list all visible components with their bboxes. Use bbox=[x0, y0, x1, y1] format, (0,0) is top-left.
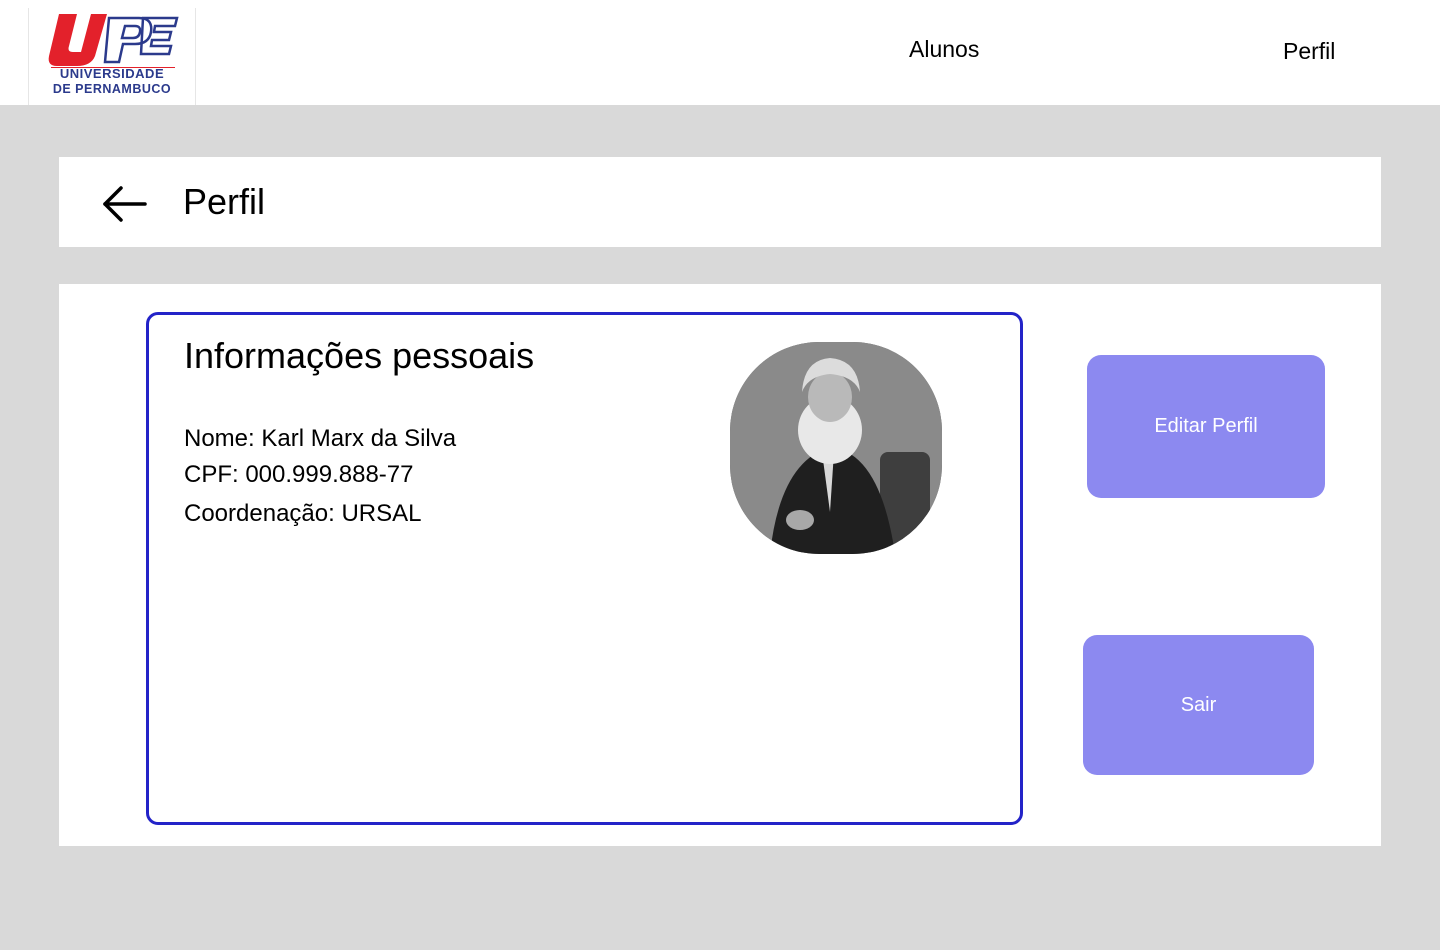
arrow-left-icon[interactable] bbox=[101, 184, 147, 224]
nav-perfil-link[interactable]: Perfil bbox=[1283, 38, 1335, 65]
info-name: Nome: Karl Marx da Silva bbox=[184, 425, 457, 452]
upe-logo[interactable]: UNIVERSIDADE DE PERNAMBUCO bbox=[28, 8, 196, 105]
info-coordenacao: Coordenação: URSAL bbox=[184, 500, 422, 527]
personal-info-card: Informações pessoais Nome: Karl Marx da … bbox=[146, 312, 1023, 825]
logo-text-line2: DE PERNAMBUCO bbox=[52, 82, 172, 96]
logo-text-line1: UNIVERSIDADE bbox=[59, 66, 165, 81]
logout-button[interactable]: Sair bbox=[1083, 635, 1314, 775]
page-title: Perfil bbox=[183, 181, 266, 222]
page-title-bar: Perfil bbox=[59, 157, 1381, 247]
profile-avatar bbox=[730, 342, 942, 554]
profile-panel: Informações pessoais Nome: Karl Marx da … bbox=[59, 284, 1381, 846]
upe-logo-mark bbox=[48, 14, 179, 68]
personal-info-title: Informações pessoais bbox=[184, 335, 535, 376]
nav-alunos-link[interactable]: Alunos bbox=[909, 36, 979, 63]
edit-profile-button[interactable]: Editar Perfil bbox=[1087, 355, 1325, 498]
top-navbar: UNIVERSIDADE DE PERNAMBUCO Alunos Perfil bbox=[0, 0, 1440, 105]
info-cpf: CPF: 000.999.888-77 bbox=[184, 461, 414, 488]
